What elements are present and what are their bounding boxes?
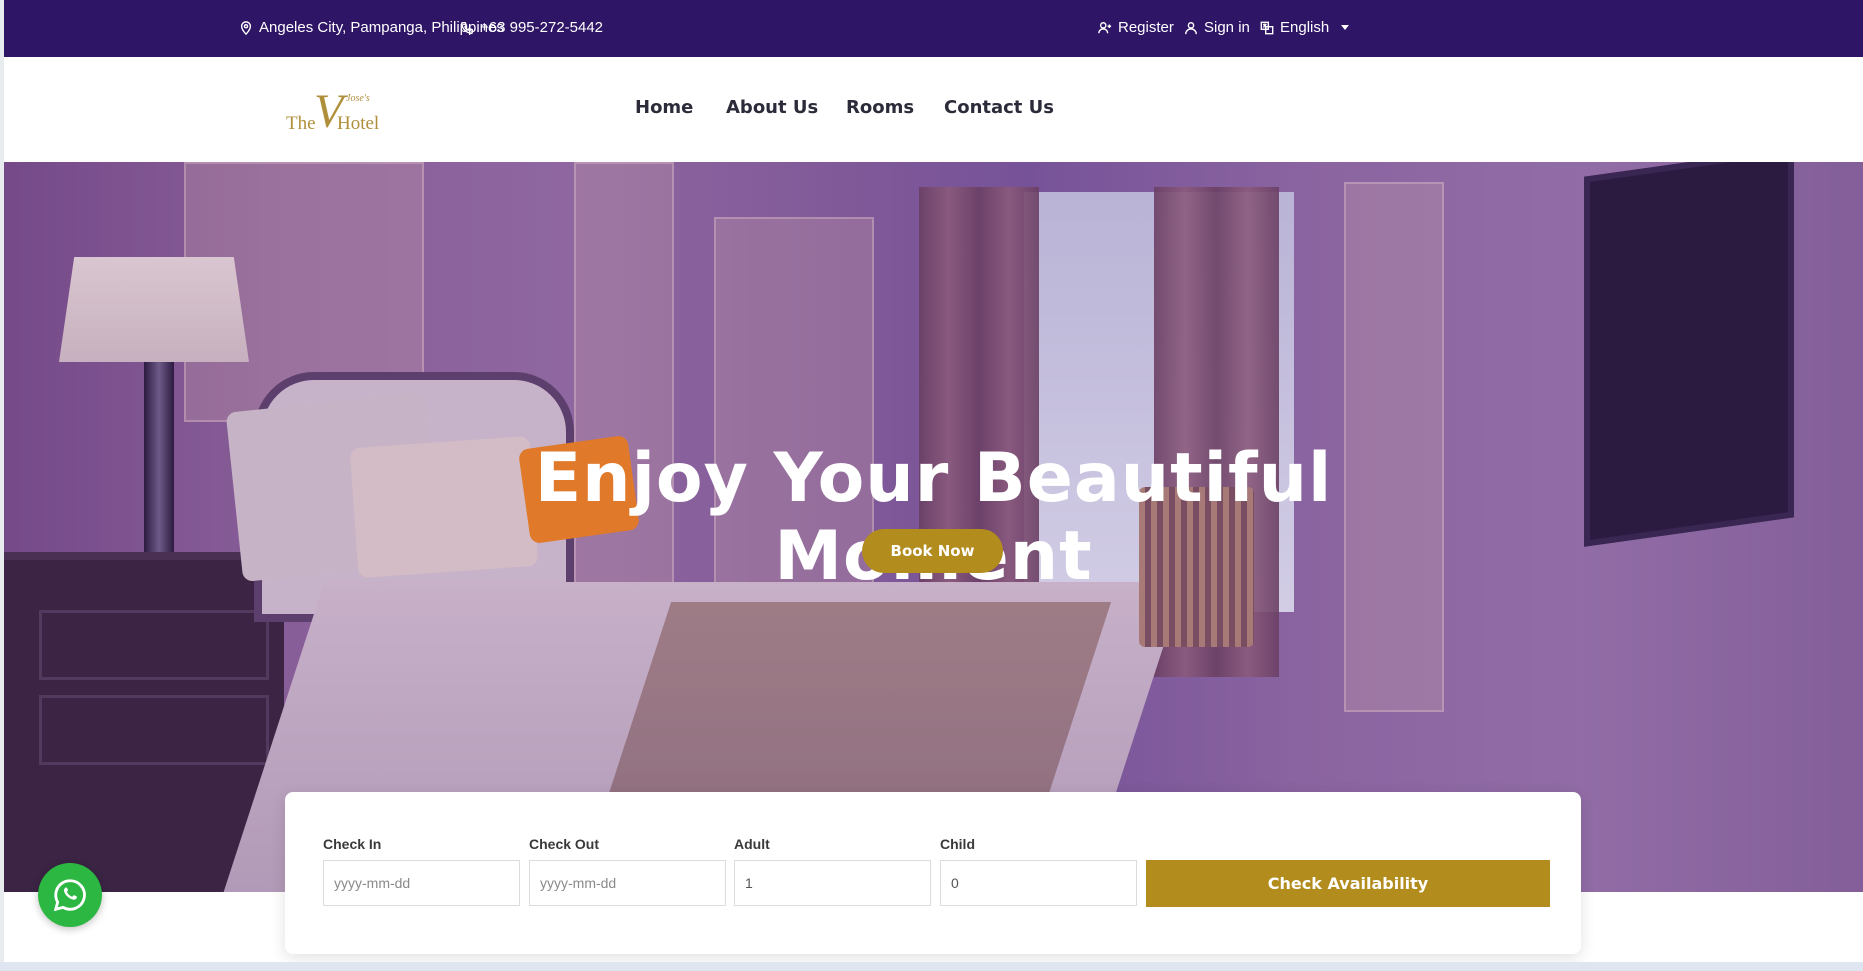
phone-link[interactable]: +63 995-272-5442: [460, 19, 603, 36]
check-out-label: Check Out: [529, 836, 600, 852]
register-link[interactable]: Register: [1098, 19, 1174, 36]
nav-rooms[interactable]: Rooms: [846, 97, 914, 118]
taskbar-strip: [0, 962, 1863, 971]
check-out-field: Check Out: [529, 836, 726, 906]
top-bar: Angeles City, Pampanga, Philippines +63 …: [4, 0, 1863, 57]
register-label: Register: [1118, 19, 1174, 36]
child-input[interactable]: [940, 860, 1137, 906]
phone-icon: [461, 21, 473, 34]
check-out-input[interactable]: [529, 860, 726, 906]
language-selector[interactable]: English: [1260, 19, 1350, 36]
whatsapp-icon: [53, 879, 86, 912]
adult-label: Adult: [734, 836, 770, 852]
check-in-input[interactable]: [323, 860, 520, 906]
drawer: [39, 695, 269, 765]
child-label: Child: [940, 836, 975, 852]
translate-icon: [1260, 21, 1274, 34]
hotel-logo[interactable]: The V Jose's Hotel: [284, 79, 394, 143]
browser-viewport: Angeles City, Pampanga, Philippines +63 …: [4, 0, 1863, 962]
nav-about-us[interactable]: About Us: [726, 97, 818, 118]
page: Angeles City, Pampanga, Philippines +63 …: [0, 0, 1863, 971]
lamp-shade: [59, 257, 249, 362]
check-in-field: Check In: [323, 836, 520, 906]
hero-banner: Enjoy Your Beautiful Moment Book Now: [4, 162, 1863, 892]
language-label: English: [1280, 19, 1330, 36]
booking-form: Check In Check Out Adult Child Check Ava…: [285, 792, 1581, 954]
adult-field: Adult: [734, 836, 931, 906]
signin-link[interactable]: Sign in: [1184, 19, 1250, 36]
adult-input[interactable]: [734, 860, 931, 906]
nav-contact-us[interactable]: Contact Us: [944, 97, 1054, 118]
nav-home[interactable]: Home: [635, 97, 693, 118]
check-availability-button[interactable]: Check Availability: [1146, 860, 1550, 907]
user-icon: [1185, 21, 1197, 34]
map-pin-icon: [240, 20, 252, 35]
phone-text: +63 995-272-5442: [480, 19, 604, 36]
child-field: Child: [940, 836, 1137, 906]
logo-hotel-text: Hotel: [337, 113, 379, 134]
chevron-down-icon: [1341, 25, 1350, 30]
drawer: [39, 610, 269, 680]
hero-title-line1: Enjoy Your Beautiful: [534, 439, 1333, 518]
whatsapp-chat-button[interactable]: [38, 863, 102, 927]
site-header: The V Jose's Hotel Home About Us Rooms C…: [4, 57, 1863, 162]
signin-label: Sign in: [1204, 19, 1250, 36]
logo-the-text: The: [286, 113, 316, 134]
book-now-button[interactable]: Book Now: [862, 529, 1003, 573]
user-plus-icon: [1098, 21, 1112, 33]
check-in-label: Check In: [323, 836, 382, 852]
logo-script-text: Jose's: [346, 93, 370, 104]
